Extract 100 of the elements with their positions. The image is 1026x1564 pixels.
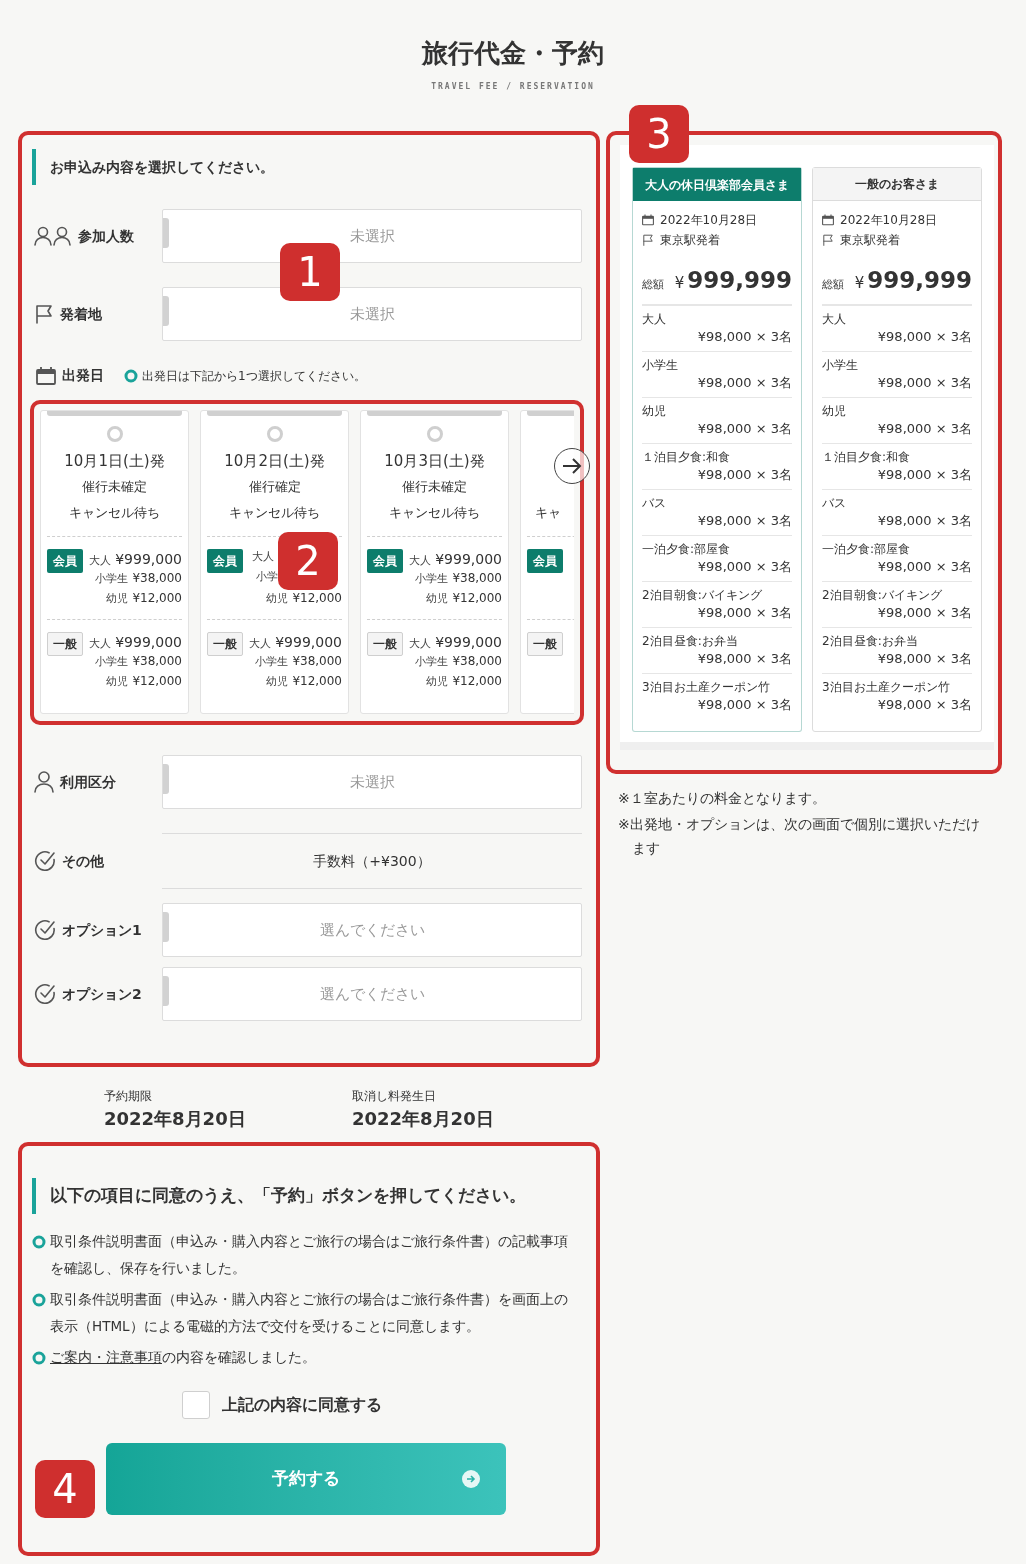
- price-label: 小学: [256, 569, 278, 585]
- departure-date: 10月2日(土)発: [224, 450, 325, 472]
- item-amount: ¥98,000 × 3名: [696, 557, 792, 576]
- flag-icon: [822, 234, 834, 246]
- price-label: 大人: [409, 636, 432, 652]
- hint-text: 出発日は下記から1つ選択してください。: [142, 367, 366, 385]
- check-circle-icon: [34, 919, 56, 941]
- price-tag: 会員: [527, 549, 563, 573]
- select-field[interactable]: 選んでください: [162, 903, 582, 957]
- price-tag: 会員: [207, 549, 243, 573]
- item-label: 3泊目お土産クーポン竹: [642, 679, 771, 695]
- status-text: 催行確定: [248, 478, 301, 497]
- agree-checkbox[interactable]: [182, 1391, 210, 1419]
- item-label: 小学生: [642, 357, 679, 373]
- price-value: ¥999,000: [435, 550, 502, 569]
- item-label: 2泊目昼食:お弁当: [642, 633, 739, 649]
- field-label: オプション1: [62, 920, 142, 940]
- agreement-text: 取引条件説明書面（申込み・購入内容とご旅行の場合はご旅行条件書）を画面上の表示（HTML）による電磁的方法で交付を受けることに同意します。: [50, 1290, 569, 1336]
- plan-title: 一般のお客さま: [813, 168, 981, 201]
- price-value: ¥999,000: [115, 633, 182, 652]
- item-amount: ¥98,000 × 3名: [876, 557, 972, 576]
- item-amount: ¥98,000 × 3名: [696, 465, 792, 484]
- price-label: 大人: [89, 553, 112, 569]
- price-value: ¥999,000: [435, 633, 502, 652]
- item-label: 3泊目お土産クーポン竹: [822, 679, 951, 695]
- deadline-label: 予約期限: [104, 1088, 153, 1105]
- plan-place: 東京駅発着: [660, 232, 720, 249]
- item-label: 大人: [642, 311, 667, 327]
- total-price: ¥999,999: [674, 266, 792, 295]
- select-field[interactable]: 選んでください: [162, 967, 582, 1021]
- notice-link[interactable]: ご案内・注意事項: [50, 1349, 162, 1365]
- price-value: ¥38,000: [132, 570, 182, 587]
- price-label: 幼児: [266, 591, 289, 607]
- radio-button[interactable]: [266, 426, 283, 442]
- price-value: ¥12,000: [132, 590, 182, 607]
- note-text: ※出発地・オプションは、次の画面で個別に選択いただけます: [618, 815, 981, 858]
- item-amount: ¥98,000 × 3名: [696, 419, 792, 438]
- annotation-badge: 1: [280, 243, 340, 301]
- item-amount: ¥98,000 × 3名: [696, 327, 792, 346]
- price-label: 幼児: [106, 591, 129, 607]
- item-label: 幼児: [642, 403, 667, 419]
- radio-button[interactable]: [106, 426, 123, 442]
- item-amount: ¥98,000 × 3名: [876, 603, 972, 622]
- deadline-label: 取消し料発生日: [352, 1088, 437, 1105]
- radio-button[interactable]: [426, 426, 443, 442]
- field-label: 利用区分: [60, 772, 116, 792]
- total-label: 総額: [642, 277, 664, 293]
- page-subtitle: TRAVEL FEE / RESERVATION: [431, 81, 595, 93]
- person-icon: [34, 771, 54, 793]
- select-field[interactable]: 未選択: [162, 287, 582, 341]
- price-label: 幼児: [106, 674, 129, 690]
- annotation-badge: 4: [35, 1460, 95, 1518]
- status-text: 催行未確定: [402, 478, 467, 497]
- deadline-date: 2022年8月20日: [352, 1107, 495, 1131]
- status-text: キャ: [535, 504, 561, 523]
- status-text: キャンセル待ち: [229, 504, 320, 523]
- section-heading: お申込み内容を選択してください。: [50, 157, 274, 177]
- price-label: 大人: [249, 636, 272, 652]
- price-label: 幼児: [426, 674, 449, 690]
- item-label: 小学生: [822, 357, 859, 373]
- plan-date: 2022年10月28日: [840, 212, 938, 229]
- price-label: 小学生: [95, 571, 129, 587]
- bullet-ring-icon: [124, 368, 138, 383]
- field-label: 発着地: [60, 304, 102, 324]
- date-card[interactable]: 10月1日(土)発 催行未確定 キャンセル待ち 会員 大人 ¥999,000 小学生 ¥38,000 幼児 ¥12,000 一般 大人 ¥999,000 小学生 ¥38,000 幼児 ¥12,000: [40, 410, 189, 714]
- item-amount: ¥98,000 × 3名: [696, 511, 792, 530]
- price-value: ¥12,000: [292, 590, 342, 607]
- item-amount: ¥98,000 × 3名: [876, 327, 972, 346]
- item-amount: ¥98,000 × 3名: [696, 373, 792, 392]
- item-amount: ¥98,000 × 3名: [876, 373, 972, 392]
- item-label: 2泊目昼食:お弁当: [822, 633, 919, 649]
- item-label: 幼児: [822, 403, 847, 419]
- date-card[interactable]: 10月3日(土)発 催行未確定 キャンセル待ち 会員 大人 ¥999,000 小学生 ¥38,000 幼児 ¥12,000 一般 大人 ¥999,000 小学生 ¥38,000 幼児 ¥12,000: [360, 410, 509, 714]
- reserve-button[interactable]: 予約する: [106, 1443, 506, 1515]
- item-label: 一泊夕食:部屋食: [642, 541, 732, 557]
- price-label: 大人: [89, 636, 112, 652]
- fee-text: 手数料（+¥300）: [162, 833, 582, 889]
- departure-date: 10月1日(土)発: [64, 450, 165, 472]
- select-field[interactable]: 未選択: [162, 755, 582, 809]
- check-circle-icon: [34, 983, 56, 1005]
- price-tag: 一般: [207, 632, 243, 656]
- price-label: 幼児: [426, 591, 449, 607]
- date-card[interactable]: キャ 会員 一般: [520, 410, 574, 714]
- price-label: 小学生: [255, 654, 289, 670]
- total-price: ¥999,999: [854, 266, 972, 295]
- price-value: ¥12,000: [452, 673, 502, 690]
- price-label: 幼児: [266, 674, 289, 690]
- item-amount: ¥98,000 × 3名: [696, 649, 792, 668]
- bullet-ring-icon: [32, 1351, 46, 1365]
- field-label: 出発日: [62, 366, 104, 385]
- item-amount: ¥98,000 × 3名: [696, 695, 792, 714]
- people-icon: [34, 226, 72, 246]
- note-text: ※１室あたりの料金となります。: [618, 789, 827, 808]
- bullet-ring-icon: [32, 1293, 46, 1307]
- price-value: ¥12,000: [132, 673, 182, 690]
- item-label: 一泊夕食:部屋食: [822, 541, 912, 557]
- price-value: ¥38,000: [452, 653, 502, 670]
- next-arrow-button[interactable]: [554, 448, 590, 484]
- price-label: 大人: [409, 553, 432, 569]
- item-amount: ¥98,000 × 3名: [876, 511, 972, 530]
